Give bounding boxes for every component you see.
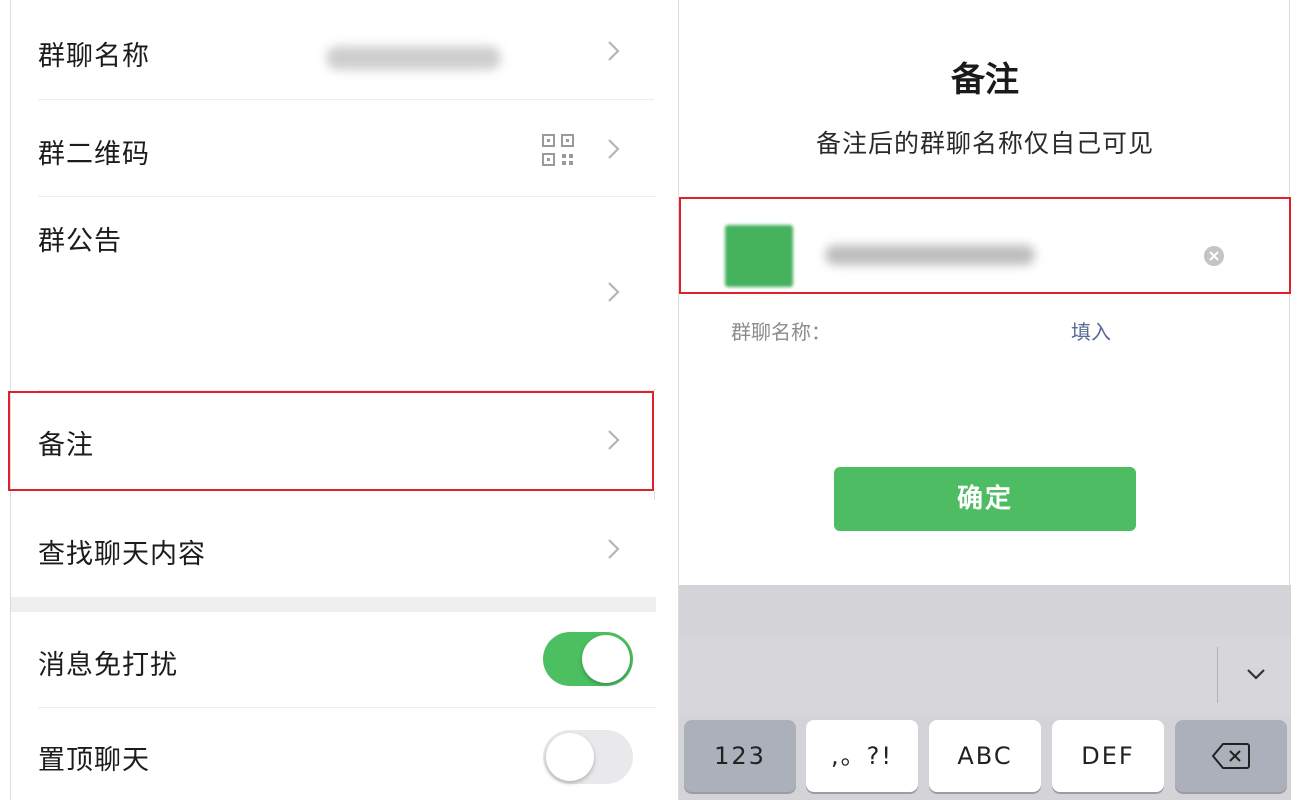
collapse-keyboard-icon[interactable] (1242, 660, 1270, 688)
keyboard-separator (1217, 647, 1218, 703)
mute-row: 消息免打扰 (11, 612, 656, 707)
remark-highlight-box (8, 391, 654, 491)
key-abc[interactable]: ABC (929, 720, 1041, 792)
section-gap (11, 597, 656, 612)
chevron-right-icon (608, 139, 620, 159)
backspace-key[interactable] (1175, 720, 1287, 792)
dialog-title: 备注 (951, 60, 1019, 100)
keyboard: 123 ,。?! ABC DEF (679, 585, 1291, 800)
toggle-knob (582, 635, 630, 683)
search-chat-label: 查找聊天内容 (38, 539, 206, 570)
pin-label: 置顶聊天 (38, 745, 150, 776)
backspace-icon (1211, 743, 1250, 769)
group-qr-label: 群二维码 (38, 139, 150, 170)
toggle-knob (546, 733, 594, 781)
group-name-value-blurred (326, 46, 501, 70)
mute-toggle[interactable] (543, 632, 633, 686)
mute-label: 消息免打扰 (38, 650, 178, 681)
key-punctuation[interactable]: ,。?! (806, 720, 918, 792)
pin-toggle[interactable] (543, 730, 633, 784)
group-settings-panel: 群聊名称 群二维码 群公告 备注 查找聊天内容 消息免打扰 置顶聊天 (8, 0, 656, 800)
search-chat-row[interactable]: 查找聊天内容 (11, 500, 656, 597)
keyboard-candidate-bar (679, 637, 1291, 717)
pin-row: 置顶聊天 (11, 708, 656, 800)
dialog-subtitle: 备注后的群聊名称仅自己可见 (815, 129, 1154, 158)
group-notice-row[interactable]: 群公告 (11, 197, 656, 389)
chevron-right-icon (608, 282, 620, 302)
chevron-right-icon (608, 41, 620, 61)
group-notice-label: 群公告 (38, 226, 122, 257)
key-def[interactable]: DEF (1052, 720, 1164, 792)
group-name-row[interactable]: 群聊名称 (11, 0, 656, 100)
group-name-label: 群聊名称 (38, 41, 150, 72)
group-name-hint-label: 群聊名称： (731, 320, 831, 344)
qr-code-icon (542, 134, 574, 166)
key-123[interactable]: 123 (684, 720, 796, 792)
chevron-right-icon (608, 539, 620, 559)
input-highlight-box (679, 197, 1291, 294)
fill-in-link[interactable]: 填入 (1071, 316, 1111, 345)
confirm-button[interactable]: 确定 (834, 467, 1136, 531)
remark-dialog-panel: 备注 备注后的群聊名称仅自己可见 群聊名称： 填入 确定 123 ,。?! AB… (678, 0, 1291, 800)
